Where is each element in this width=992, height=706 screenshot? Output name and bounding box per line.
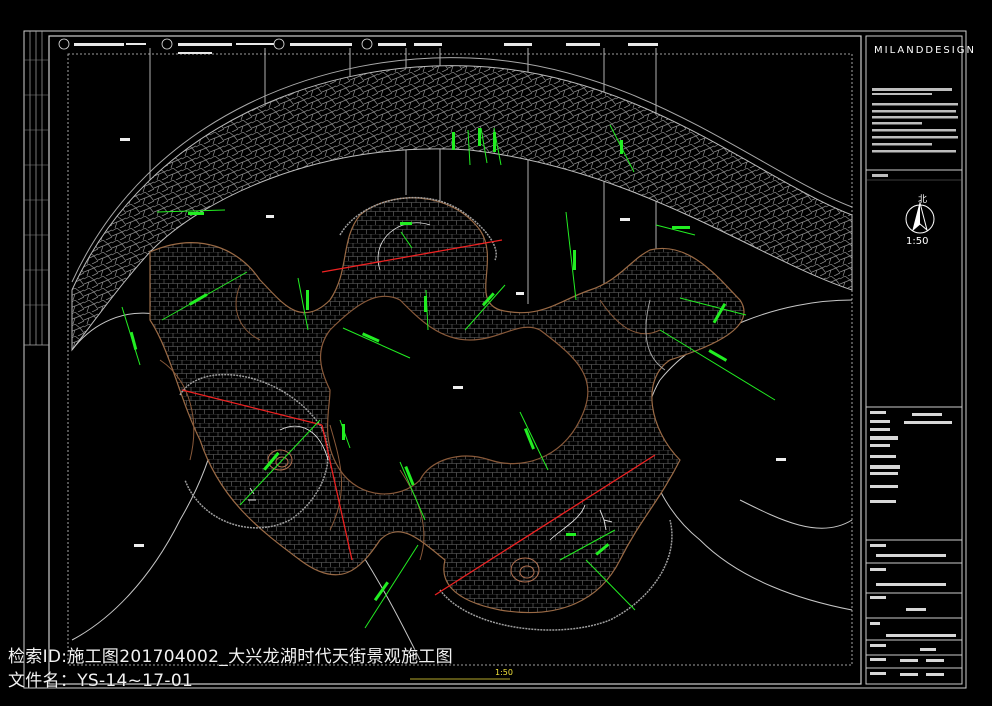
drawing-scale: 1:50 (495, 668, 513, 677)
north-arrow-icon (905, 201, 935, 234)
cad-drawing-canvas[interactable] (0, 0, 992, 706)
north-label: 北 (918, 195, 928, 205)
left-revision-strip (24, 59, 49, 306)
watermark-search-id: 检索ID:施工图201704002_大兴龙湖时代天街景观施工图 (8, 647, 453, 667)
title-block-scale: 1:50 (906, 236, 929, 247)
watermark-file-name: 文件名：YS-14~17-01 (8, 671, 194, 691)
brand-logo: MILANDDESIGN (874, 45, 976, 56)
title-block (865, 35, 963, 685)
